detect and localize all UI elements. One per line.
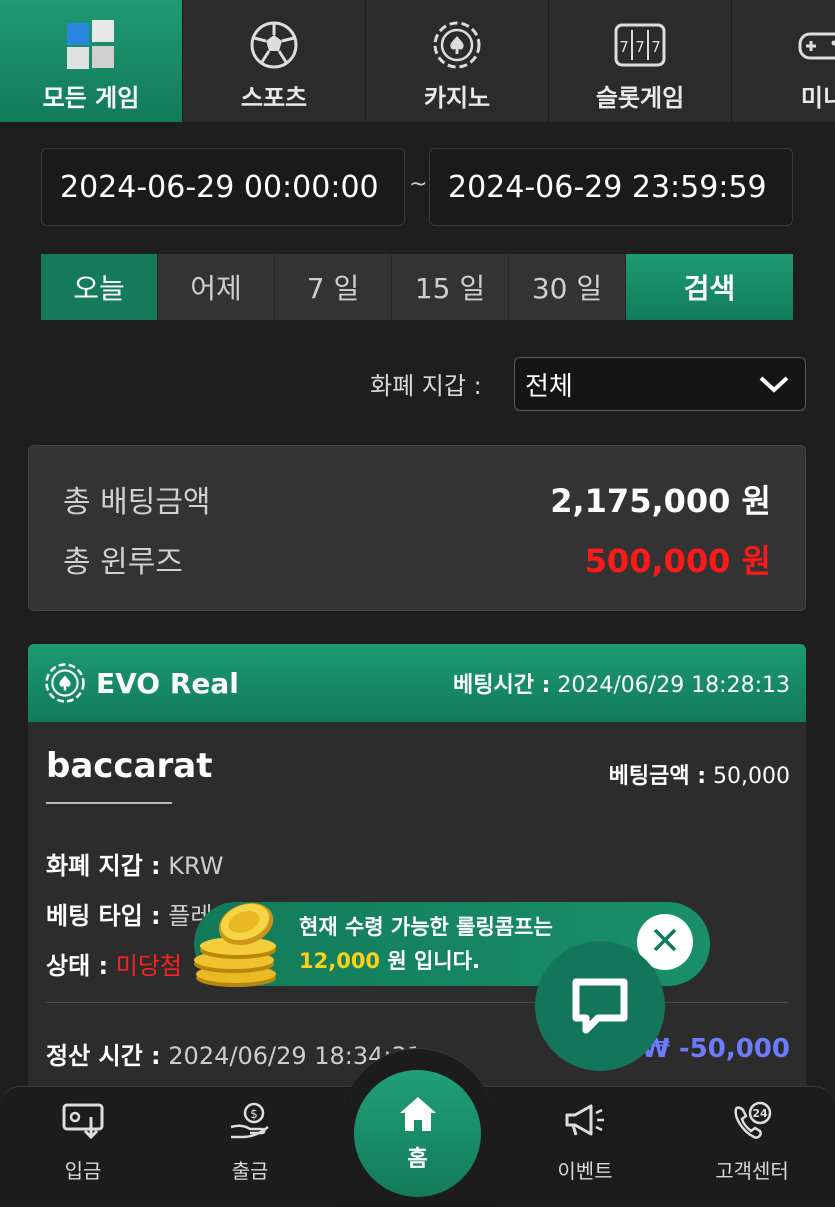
tab-label: 슬롯게임: [596, 78, 684, 113]
period-7days-button[interactable]: 7 일: [275, 254, 392, 320]
total-winloss-label: 총 윈루즈: [63, 537, 183, 581]
nav-home-button[interactable]: 홈: [354, 1070, 481, 1197]
bet-amount-value: 50,000: [713, 764, 790, 789]
soccer-ball-icon: [247, 18, 301, 72]
casino-chip-icon: [430, 18, 484, 72]
deposit-icon: [61, 1101, 105, 1145]
tab-label: 모든 게임: [43, 78, 140, 113]
nav-support[interactable]: 24 고객센터: [692, 1101, 812, 1184]
gamepad-icon: [796, 18, 835, 72]
date-separator: ~: [409, 172, 427, 197]
tab-sports[interactable]: 스포츠: [183, 0, 366, 122]
currency-wallet-label: 화폐 지갑 :: [46, 852, 161, 880]
wallet-select[interactable]: 전체: [514, 357, 806, 411]
close-icon: [651, 926, 679, 958]
period-15days-button[interactable]: 15 일: [392, 254, 509, 320]
bet-amount-label: 베팅금액 :: [609, 764, 706, 789]
tab-label: 미니: [801, 78, 835, 113]
nav-deposit-label: 입금: [65, 1155, 102, 1184]
bet-card-header: EVO Real 베팅시간 : 2024/06/29 18:28:13: [28, 644, 806, 722]
svg-text:24: 24: [752, 1107, 768, 1120]
nav-withdraw[interactable]: $ 출금: [190, 1101, 310, 1184]
tab-all-games[interactable]: 모든 게임: [0, 0, 183, 122]
wallet-filter-label: 화폐 지갑 :: [370, 366, 482, 401]
tab-casino[interactable]: 카지노: [366, 0, 549, 122]
total-bet-value: 2,175,000 원: [550, 476, 771, 522]
slot-machine-icon: 777: [613, 18, 667, 72]
megaphone-icon: [563, 1101, 607, 1145]
all-games-icon: [64, 18, 118, 72]
tab-slots[interactable]: 777 슬롯게임: [549, 0, 732, 122]
period-today-button[interactable]: 오늘: [41, 254, 158, 320]
nav-withdraw-label: 출금: [232, 1155, 269, 1184]
date-to-input[interactable]: 2024-06-29 23:59:59: [429, 148, 793, 226]
tab-mini[interactable]: 미니: [732, 0, 835, 122]
bet-type-label: 베팅 타입 :: [46, 902, 161, 930]
nav-support-label: 고객센터: [715, 1155, 789, 1184]
svg-text:7: 7: [651, 38, 661, 56]
period-yesterday-button[interactable]: 어제: [158, 254, 275, 320]
game-name: baccarat: [46, 746, 213, 786]
tab-label: 스포츠: [241, 78, 307, 113]
support-24-icon: 24: [730, 1101, 774, 1145]
nav-deposit[interactable]: 입금: [23, 1101, 143, 1184]
status-value: 미당첨: [116, 952, 182, 980]
settle-time-label: 정산 시간 :: [46, 1042, 161, 1070]
nav-event[interactable]: 이벤트: [525, 1101, 645, 1184]
card-divider: [46, 1002, 788, 1003]
top-category-nav: 모든 게임 스포츠 카지노 777 슬롯게임 미니: [0, 0, 835, 122]
gold-coins-icon: [190, 898, 290, 990]
chat-button[interactable]: [535, 941, 665, 1071]
promo-line1: 현재 수령 가능한 롤링콤프는: [299, 910, 553, 944]
date-from-input[interactable]: 2024-06-29 00:00:00: [41, 148, 405, 226]
total-winloss-value: 500,000 원: [585, 536, 771, 582]
bet-time-value: 2024/06/29 18:28:13: [557, 673, 790, 698]
payout-value: ₩ -50,000: [641, 1034, 790, 1064]
house-icon: [398, 1095, 438, 1137]
promo-line2: 원 입니다.: [387, 949, 480, 973]
svg-text:7: 7: [619, 38, 629, 56]
wallet-select-value: 전체: [525, 366, 573, 403]
status-label: 상태 :: [46, 952, 108, 980]
promo-amount: 12,000: [299, 949, 380, 973]
currency-wallet-value: KRW: [168, 852, 223, 880]
svg-text:7: 7: [635, 38, 645, 56]
provider-name: EVO Real: [96, 667, 239, 700]
withdraw-coins-icon: $: [228, 1101, 272, 1145]
svg-text:$: $: [250, 1107, 258, 1121]
tab-label: 카지노: [424, 78, 490, 113]
casino-chip-icon: [44, 662, 86, 704]
search-button[interactable]: 검색: [626, 254, 793, 320]
nav-event-label: 이벤트: [557, 1155, 612, 1184]
game-underline: [46, 802, 172, 804]
bet-summary-panel: 총 배팅금액 2,175,000 원 총 윈루즈 500,000 원: [28, 445, 806, 611]
nav-home-label: 홈: [407, 1141, 427, 1173]
chat-bubble-icon: [568, 972, 632, 1040]
period-30days-button[interactable]: 30 일: [509, 254, 626, 320]
chevron-down-icon: [757, 372, 791, 403]
period-selector: 오늘 어제 7 일 15 일 30 일: [41, 254, 626, 320]
bet-time-label: 베팅시간 :: [453, 673, 550, 698]
total-bet-label: 총 배팅금액: [63, 477, 211, 521]
